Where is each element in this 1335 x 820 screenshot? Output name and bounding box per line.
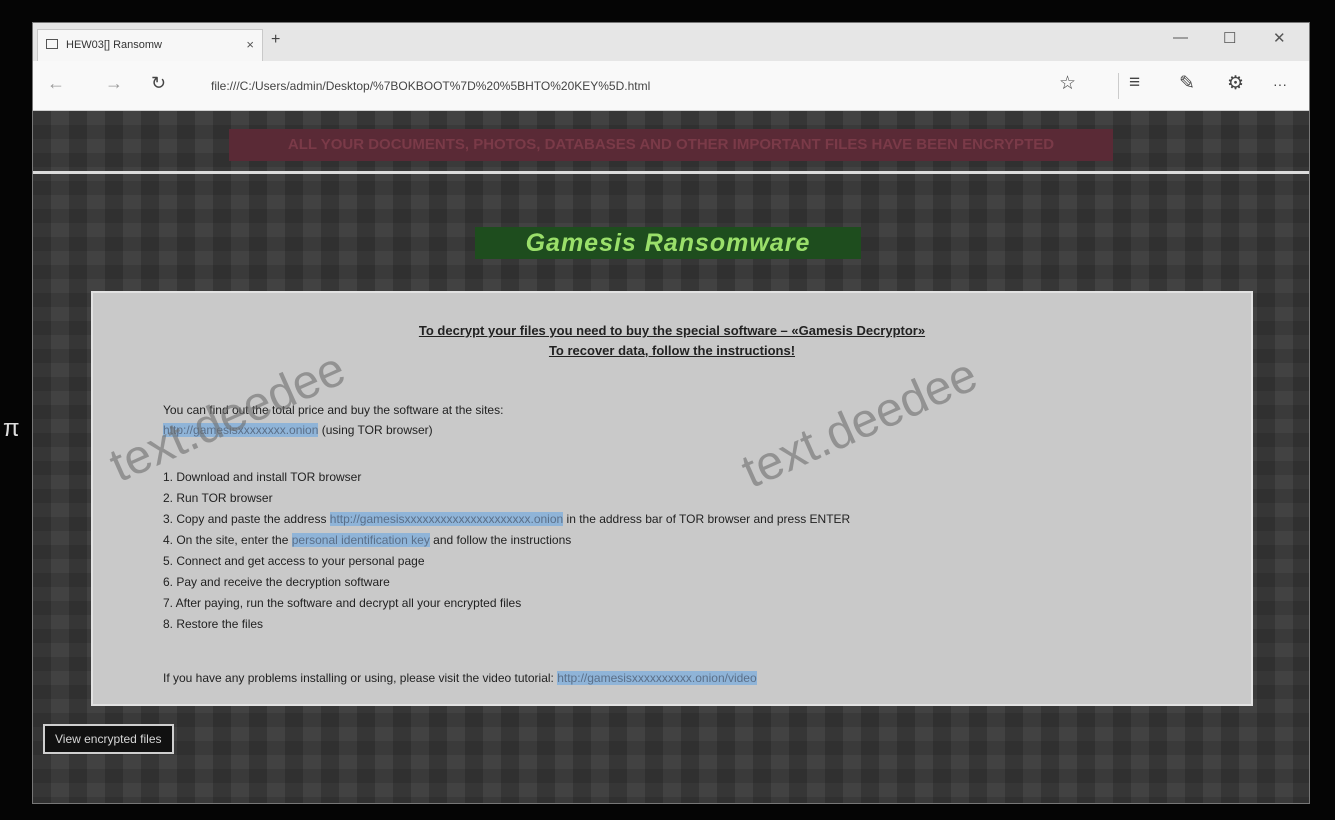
list-item: 8. Restore the files [163,614,850,635]
edge-glyph: π [3,415,20,442]
view-files-button[interactable]: View encrypted files [43,724,174,754]
hub-icon[interactable]: ≡ [1129,72,1140,94]
step-text: 2. Run TOR browser [163,491,273,505]
divider [33,171,1309,174]
browser-tab[interactable]: HEW03[] Ransomw × [37,29,263,61]
help-text: If you have any problems installing or u… [163,671,558,685]
list-item: 3. Copy and paste the address http://gam… [163,509,850,530]
browser-toolbar: ← → ↻ file:///C:/Users/admin/Desktop/%7B… [33,61,1309,111]
new-tab-icon[interactable]: + [271,31,280,49]
toolbar-separator [1118,73,1119,99]
refresh-icon[interactable]: ↻ [151,73,166,94]
page-icon [46,39,58,49]
instructions-heading: To recover data, follow the instructions… [548,343,796,358]
forward-icon[interactable]: → [105,73,123,94]
step-text: 1. Download and install TOR browser [163,470,362,484]
list-item: 2. Run TOR browser [163,488,850,509]
minimize-icon[interactable]: — [1173,29,1188,46]
warning-banner: ALL YOUR DOCUMENTS, PHOTOS, DATABASES AN… [229,129,1113,161]
favorite-star-icon[interactable]: ☆ [1059,72,1076,95]
tab-title: HEW03[] Ransomw [66,39,162,51]
personal-key[interactable]: personal identification key [291,533,430,547]
list-item: 5. Connect and get access to your person… [163,551,850,572]
step-text: 6. Pay and receive the decryption softwa… [163,575,390,589]
step-suffix: in the address bar of TOR browser and pr… [563,512,851,526]
step-text: 3. Copy and paste the address [163,512,330,526]
close-tab-icon[interactable]: × [246,37,254,52]
onion-link[interactable]: http://gamesisxxxxxxxxxxxxxxxxxxxxx.onio… [329,512,564,526]
steps-list: 1. Download and install TOR browser 2. R… [163,467,850,635]
settings-gear-icon[interactable]: ⚙ [1227,72,1244,95]
close-window-icon[interactable]: ✕ [1273,29,1286,47]
page-title: Gamesis Ransomware [475,227,861,259]
browser-window: HEW03[] Ransomw × + — ☐ ✕ ← → ↻ file:///… [32,22,1310,804]
step-text: 4. On the site, enter the [163,533,292,547]
list-item: 7. After paying, run the software and de… [163,593,850,614]
step-text: 8. Restore the files [163,617,264,631]
web-note-icon[interactable]: ✎ [1179,72,1195,95]
help-link[interactable]: http://gamesisxxxxxxxxxx.onion/video [557,671,757,685]
intro-suffix: (using TOR browser) [318,423,433,437]
list-item: 4. On the site, enter the personal ident… [163,530,850,551]
help-line: If you have any problems installing or u… [163,671,757,685]
step-text: 5. Connect and get access to your person… [163,554,425,568]
step-text: 7. After paying, run the software and de… [163,596,522,610]
maximize-icon[interactable]: ☐ [1223,29,1236,47]
ransom-page: ALL YOUR DOCUMENTS, PHOTOS, DATABASES AN… [33,111,1309,803]
back-icon[interactable]: ← [47,73,65,94]
instructions-panel: To decrypt your files you need to buy th… [91,291,1253,706]
address-bar[interactable]: file:///C:/Users/admin/Desktop/%7BOKBOOT… [211,71,1091,101]
more-icon[interactable]: ··· [1273,76,1287,92]
list-item: 6. Pay and receive the decryption softwa… [163,572,850,593]
step-suffix: and follow the instructions [429,533,572,547]
decrypt-heading: To decrypt your files you need to buy th… [418,323,926,338]
tab-bar: HEW03[] Ransomw × + — ☐ ✕ [33,23,1309,61]
